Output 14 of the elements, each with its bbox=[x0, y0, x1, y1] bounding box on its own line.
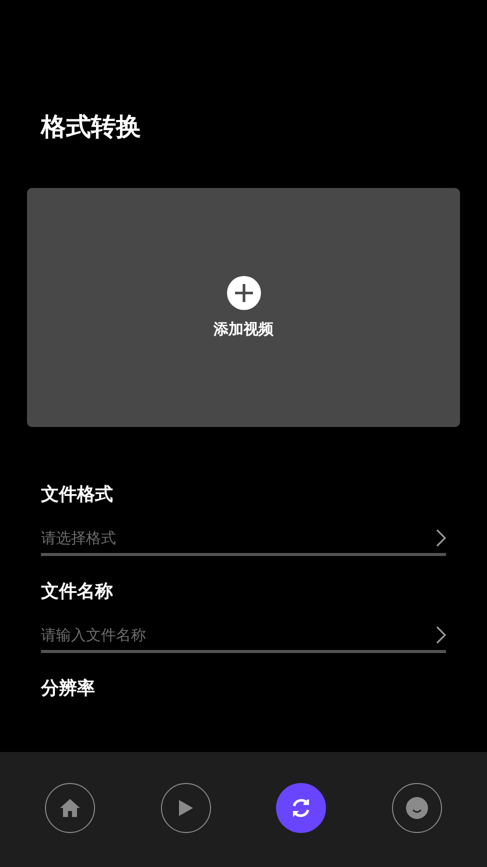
home-icon bbox=[58, 798, 81, 818]
input-field[interactable]: 请选择格式 bbox=[41, 529, 436, 547]
input-field[interactable]: 请输入文件名称 bbox=[41, 626, 436, 644]
add-video-label: 添加视频 bbox=[214, 320, 274, 339]
page-title: 格式转换 bbox=[39, 111, 142, 143]
field-label: 文件格式 bbox=[41, 483, 114, 507]
field-label: 分辨率 bbox=[41, 677, 96, 701]
add-video-card[interactable]: 添加视频 bbox=[27, 188, 460, 427]
smiley-icon bbox=[406, 796, 428, 818]
chevron-right-icon bbox=[436, 529, 446, 547]
plus-icon bbox=[226, 276, 260, 310]
play-icon bbox=[178, 798, 194, 816]
chevron-right-icon bbox=[436, 626, 446, 644]
field-label: 文件名称 bbox=[41, 580, 114, 604]
